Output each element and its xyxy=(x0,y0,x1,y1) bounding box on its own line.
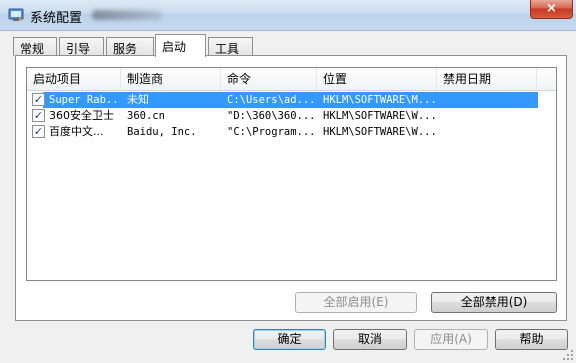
cell-location: HKLM\SOFTWARE\M... xyxy=(323,94,435,106)
window-title: 系统配置 xyxy=(30,11,83,26)
cell-command: "D:\360\360... xyxy=(227,110,316,122)
cell-disabled-date xyxy=(443,92,533,108)
startup-items-list[interactable]: 启动项目 制造商 命令 位置 禁用日期 ✓ Super Rab... 未知 C:… xyxy=(26,67,557,281)
table-row[interactable]: ✓ 百度中文... Baidu, Inc. "C:\Program... HKL… xyxy=(27,124,556,140)
cell-location: HKLM\SOFTWARE\W... xyxy=(323,126,435,138)
help-button[interactable]: 帮助 xyxy=(495,329,568,350)
cell-manufacturer: Baidu, Inc. xyxy=(127,126,197,138)
row-checkbox[interactable]: ✓ xyxy=(32,93,45,106)
row-checkbox[interactable]: ✓ xyxy=(32,109,45,122)
cell-disabled-date xyxy=(443,108,533,124)
startup-tab-panel: 启动项目 制造商 命令 位置 禁用日期 ✓ Super Rab... 未知 C:… xyxy=(15,55,567,321)
disable-all-button[interactable]: 全部禁用(D) xyxy=(431,292,557,313)
column-header-startup-item[interactable]: 启动项目 xyxy=(27,68,121,90)
tab-tools[interactable]: 工具 xyxy=(208,37,253,56)
cell-command: "C:\Program... xyxy=(227,126,316,138)
cell-manufacturer: 360.cn xyxy=(127,110,165,122)
cell-startup-item: 360安全卫士 xyxy=(49,109,114,122)
cell-location: HKLM\SOFTWARE\W... xyxy=(323,110,435,122)
cell-startup-item: Super Rab... xyxy=(49,94,121,106)
enable-all-button[interactable]: 全部启用(E) xyxy=(295,292,417,313)
column-header-disabled-date[interactable]: 禁用日期 xyxy=(437,68,537,90)
column-header-command[interactable]: 命令 xyxy=(221,68,317,90)
tab-boot[interactable]: 引导 xyxy=(59,37,104,56)
blurred-title-region xyxy=(92,10,162,20)
close-button[interactable]: × xyxy=(530,0,573,19)
row-checkbox[interactable]: ✓ xyxy=(32,125,45,138)
tab-services[interactable]: 服务 xyxy=(106,37,154,56)
table-row[interactable]: ✓ Super Rab... 未知 C:\Users\ad... HKLM\SO… xyxy=(27,92,556,108)
title-bar[interactable]: 系统配置 × xyxy=(0,0,576,31)
cell-startup-item: 百度中文... xyxy=(49,125,104,138)
list-header: 启动项目 制造商 命令 位置 禁用日期 xyxy=(27,68,556,91)
system-config-app-icon xyxy=(8,8,24,21)
apply-button[interactable]: 应用(A) xyxy=(414,329,488,350)
tab-startup[interactable]: 启动 xyxy=(155,34,206,57)
cancel-button[interactable]: 取消 xyxy=(333,329,407,350)
column-header-location[interactable]: 位置 xyxy=(317,68,437,90)
table-row[interactable]: ✓ 360安全卫士 360.cn "D:\360\360... HKLM\SOF… xyxy=(27,108,556,124)
resize-grip-icon[interactable] xyxy=(562,349,574,361)
column-header-manufacturer[interactable]: 制造商 xyxy=(121,68,221,90)
system-config-window: 系统配置 × 常规 引导 服务 启动 工具 启动项目 制造商 命令 位置 禁用日… xyxy=(0,0,576,363)
tab-general[interactable]: 常规 xyxy=(13,37,57,56)
ok-button[interactable]: 确定 xyxy=(253,329,326,350)
cell-disabled-date xyxy=(443,124,533,140)
cell-command: C:\Users\ad... xyxy=(227,94,316,106)
cell-manufacturer: 未知 xyxy=(127,93,149,106)
